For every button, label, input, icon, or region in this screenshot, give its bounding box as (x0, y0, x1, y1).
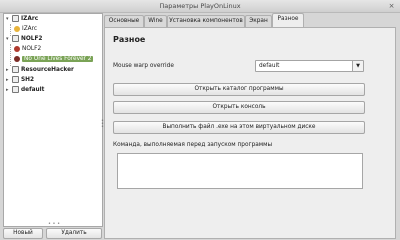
tree-item-label: NOLF2 (22, 46, 42, 52)
new-button[interactable]: Новый (3, 228, 43, 239)
folder-icon (12, 86, 19, 93)
tree-item-nolf2-app[interactable]: NOLF2 (14, 45, 41, 54)
tab-install-components[interactable]: Установка компонентов (167, 15, 245, 27)
folder-icon (12, 35, 19, 42)
tree-item-label: SH2 (21, 77, 35, 83)
misc-panel: Разное Mouse warp override default ▼ Отк… (104, 27, 396, 239)
tab-display[interactable]: Экран (245, 15, 272, 27)
mouse-warp-select[interactable]: default ▼ (255, 60, 364, 72)
tree-item-resourcehacker[interactable]: ▸ ResourceHacker (6, 66, 74, 75)
pre-launch-command-label: Команда, выполняемая перед запуском прог… (113, 142, 273, 148)
folder-icon (12, 15, 19, 22)
tree-item-izarc[interactable]: ▾ IZArc (6, 15, 38, 24)
section-title: Разное (113, 35, 146, 44)
run-exe-button[interactable]: Выполнить файл .exe на этом виртуальном … (113, 121, 365, 134)
tree-item-nolf2[interactable]: ▾ NOLF2 (6, 35, 42, 44)
tree-item-label: ResourceHacker (21, 67, 74, 73)
close-icon[interactable]: × (387, 2, 396, 10)
chevron-down-icon[interactable]: ▼ (352, 61, 363, 71)
prefix-tree: ▾ IZArc IZArc ▾ NOLF2 NOLF2 No One Lives F… (3, 13, 103, 227)
tree-item-izarc-app[interactable]: IZArc (14, 25, 37, 34)
delete-button[interactable]: Удалить (46, 228, 102, 239)
open-program-dir-button[interactable]: Открыть каталог программы (113, 83, 365, 96)
game-icon (14, 55, 20, 62)
folder-icon (12, 66, 19, 73)
pre-launch-command-textarea[interactable] (117, 153, 363, 189)
tree-item-label: IZArc (21, 16, 39, 22)
open-console-button[interactable]: Открыть консоль (113, 101, 365, 114)
tree-item-label: IZArc (22, 26, 38, 32)
tree-item-sh2[interactable]: ▸ SH2 (6, 76, 34, 85)
mouse-warp-value: default (259, 63, 280, 69)
tree-item-label: default (21, 87, 45, 93)
window-title: Параметры PlayOnLinux (159, 2, 241, 10)
tab-wine[interactable]: Wine (144, 15, 167, 27)
tree-item-label-selected: No One Lives Forever 2 (22, 56, 94, 62)
folder-icon (12, 76, 19, 83)
app-icon (14, 25, 20, 32)
tree-connector (10, 44, 11, 66)
tab-general[interactable]: Основные (104, 15, 144, 27)
tab-misc[interactable]: Разное (272, 13, 304, 28)
mouse-warp-label: Mouse warp override (113, 63, 174, 69)
title-bar: Параметры PlayOnLinux × (0, 0, 400, 13)
tree-item-default[interactable]: ▸ default (6, 86, 44, 95)
resize-grip[interactable]: • • • (48, 221, 60, 227)
app-icon (14, 45, 20, 52)
tree-item-nolf2-game[interactable]: No One Lives Forever 2 (14, 55, 94, 64)
tree-item-label: NOLF2 (21, 36, 43, 42)
